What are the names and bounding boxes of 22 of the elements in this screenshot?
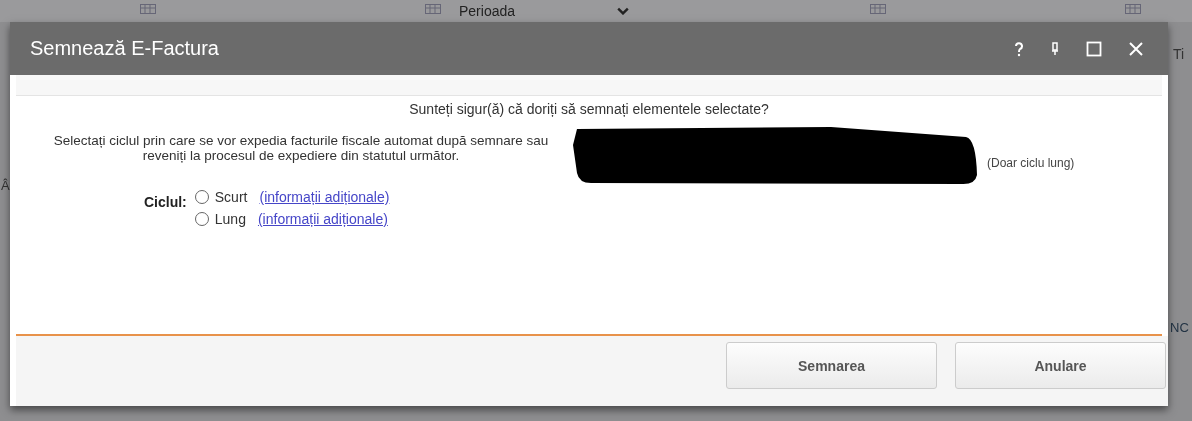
window-title: Semnează E-Factura [30,37,219,60]
option-label[interactable]: Scurt [214,189,248,205]
info-link[interactable]: (informații adiționale) [257,211,388,227]
option-label[interactable]: Lung [214,211,246,227]
period-select[interactable]: Perioada [445,1,635,20]
radio-button[interactable] [194,190,209,204]
note-text: (Doar ciclu lung) [987,156,1075,170]
caret-icon [617,6,629,15]
close-icon[interactable] [1128,40,1144,57]
radio-button[interactable] [194,212,209,226]
background-text: Ti [1173,46,1185,62]
field-label: Ciclul: [144,194,187,210]
background-text: Â [1,178,10,193]
maximize-icon[interactable] [1086,40,1102,57]
pin-icon[interactable] [1050,40,1060,57]
confirmation-question: Sunteți sigur(ă) că doriți să semnați elementele selectate? [408,101,770,117]
info-link[interactable]: (informații adiționale) [259,189,390,205]
background-text: NC [1170,320,1189,335]
help-icon[interactable] [1014,40,1024,57]
instruction-text: Selectați ciclul prin care se vor expedia facturile fiscale automat după semnare sau reveniți la procesul de expediere din statutul următor. [52,133,550,163]
dialog-button[interactable]: Semnarea [726,342,937,389]
dialog-button[interactable]: Anulare [955,342,1166,389]
